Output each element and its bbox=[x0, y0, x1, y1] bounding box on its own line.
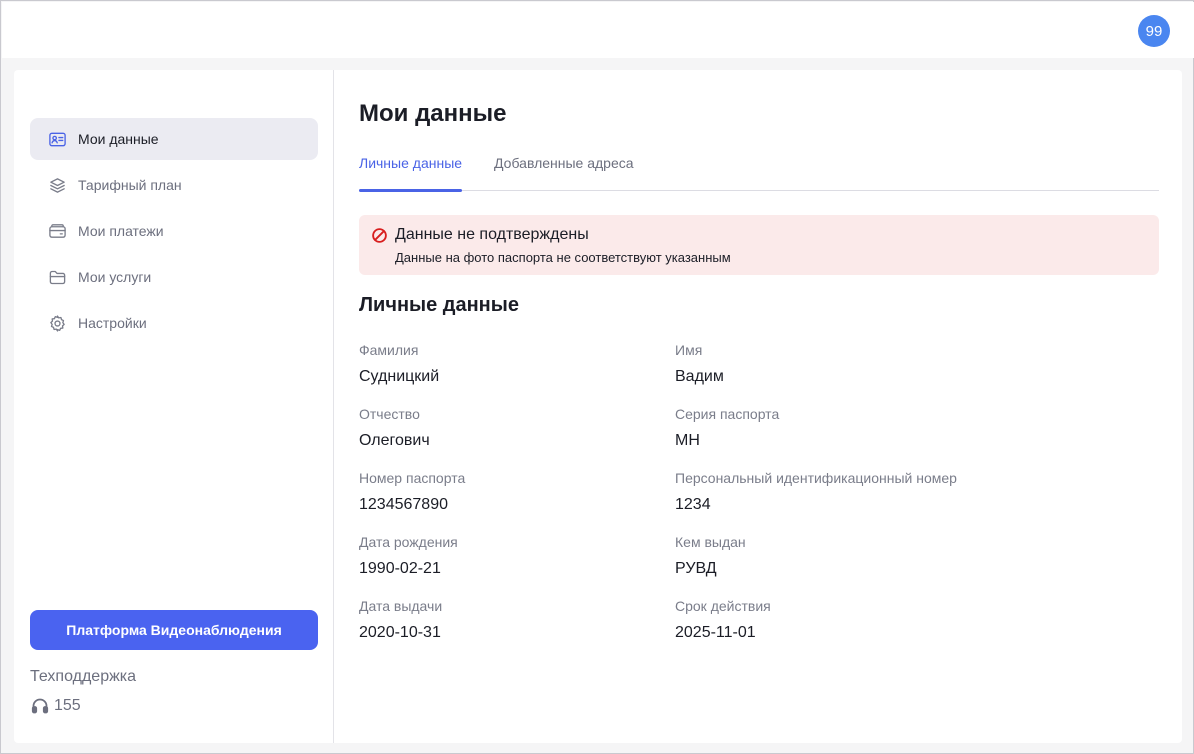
field-label: Фамилия bbox=[359, 342, 419, 358]
alert-text: Данные на фото паспорта не соответствуют… bbox=[395, 250, 731, 265]
field-expiry-date: Срок действия 2025-11-01 bbox=[675, 598, 975, 642]
verification-alert: Данные не подтверждены Данные на фото па… bbox=[359, 215, 1159, 275]
field-patronymic: Отчество Олегович bbox=[359, 406, 659, 450]
field-value: 1234567890 bbox=[359, 496, 448, 513]
tab-added-addresses[interactable]: Добавленные адреса bbox=[494, 148, 634, 191]
field-value: МН bbox=[675, 432, 700, 449]
headset-icon bbox=[31, 698, 49, 714]
field-label: Отчество bbox=[359, 406, 420, 422]
field-value: 2025-11-01 bbox=[675, 624, 756, 641]
gear-icon bbox=[50, 314, 65, 332]
field-label: Номер паспорта bbox=[359, 470, 466, 486]
layers-icon bbox=[50, 177, 65, 193]
field-label: Персональный идентификационный номер bbox=[675, 470, 957, 486]
alert-title: Данные не подтверждены bbox=[395, 226, 589, 243]
field-value: 1234 bbox=[675, 496, 711, 513]
top-bar: 99 bbox=[2, 2, 1194, 58]
field-personal-id: Персональный идентификационный номер 123… bbox=[675, 470, 1095, 514]
field-passport-number: Номер паспорта 1234567890 bbox=[359, 470, 659, 514]
field-label: Серия паспорта bbox=[675, 406, 780, 422]
video-platform-button[interactable]: Платформа Видеонаблюдения bbox=[30, 610, 318, 650]
sidebar-item-label: Мои платежи bbox=[78, 223, 164, 239]
support-phone-number: 155 bbox=[54, 697, 81, 714]
sidebar-item-settings[interactable]: Настройки bbox=[30, 302, 318, 344]
field-first-name: Имя Вадим bbox=[675, 342, 975, 386]
support-phone[interactable]: 155 bbox=[30, 696, 81, 716]
sidebar: Мои данные Тарифный план Мои платежи Мои… bbox=[14, 70, 334, 743]
field-value: Вадим bbox=[675, 368, 724, 385]
sidebar-item-label: Мои данные bbox=[78, 131, 159, 147]
support-title: Техподдержка bbox=[30, 668, 137, 685]
tabs: Личные данные Добавленные адреса bbox=[359, 148, 1159, 192]
field-label: Срок действия bbox=[675, 598, 771, 614]
sidebar-item-tariff-plan[interactable]: Тарифный план bbox=[30, 164, 318, 206]
field-value: РУВД bbox=[675, 560, 717, 577]
app-window: 99 Мои данные Тарифный план Мои платежи … bbox=[0, 0, 1194, 754]
sidebar-item-my-payments[interactable]: Мои платежи bbox=[30, 210, 318, 252]
sidebar-item-label: Тарифный план bbox=[78, 177, 182, 193]
content-card: Мои данные Тарифный план Мои платежи Мои… bbox=[14, 70, 1182, 743]
sidebar-nav: Мои данные Тарифный план Мои платежи Мои… bbox=[30, 118, 318, 348]
field-value: Судницкий bbox=[359, 368, 440, 385]
sidebar-item-label: Настройки bbox=[78, 315, 147, 331]
main-content: Мои данные Личные данные Добавленные адр… bbox=[359, 70, 1159, 743]
field-label: Кем выдан bbox=[675, 534, 746, 550]
folder-icon bbox=[49, 270, 66, 284]
section-title: Личные данные bbox=[359, 294, 519, 316]
field-passport-series: Серия паспорта МН bbox=[675, 406, 975, 450]
id-card-icon bbox=[49, 132, 66, 146]
field-label: Имя bbox=[675, 342, 703, 358]
sidebar-item-my-data[interactable]: Мои данные bbox=[30, 118, 318, 160]
field-issued-by: Кем выдан РУВД bbox=[675, 534, 975, 578]
field-value: 2020-10-31 bbox=[359, 624, 441, 641]
sidebar-item-my-services[interactable]: Мои услуги bbox=[30, 256, 318, 298]
field-label: Дата выдачи bbox=[359, 598, 443, 614]
field-surname: Фамилия Судницкий bbox=[359, 342, 659, 386]
field-issue-date: Дата выдачи 2020-10-31 bbox=[359, 598, 659, 642]
tab-personal-data[interactable]: Личные данные bbox=[359, 148, 463, 192]
page-title: Мои данные bbox=[359, 100, 507, 127]
prohibited-icon bbox=[372, 228, 387, 243]
field-value: Олегович bbox=[359, 432, 430, 449]
field-value: 1990-02-21 bbox=[359, 560, 441, 577]
sidebar-item-label: Мои услуги bbox=[78, 269, 152, 285]
wallet-icon bbox=[49, 223, 66, 238]
avatar[interactable]: 99 bbox=[1138, 15, 1170, 47]
field-label: Дата рождения bbox=[359, 534, 458, 550]
field-birth-date: Дата рождения 1990-02-21 bbox=[359, 534, 659, 578]
